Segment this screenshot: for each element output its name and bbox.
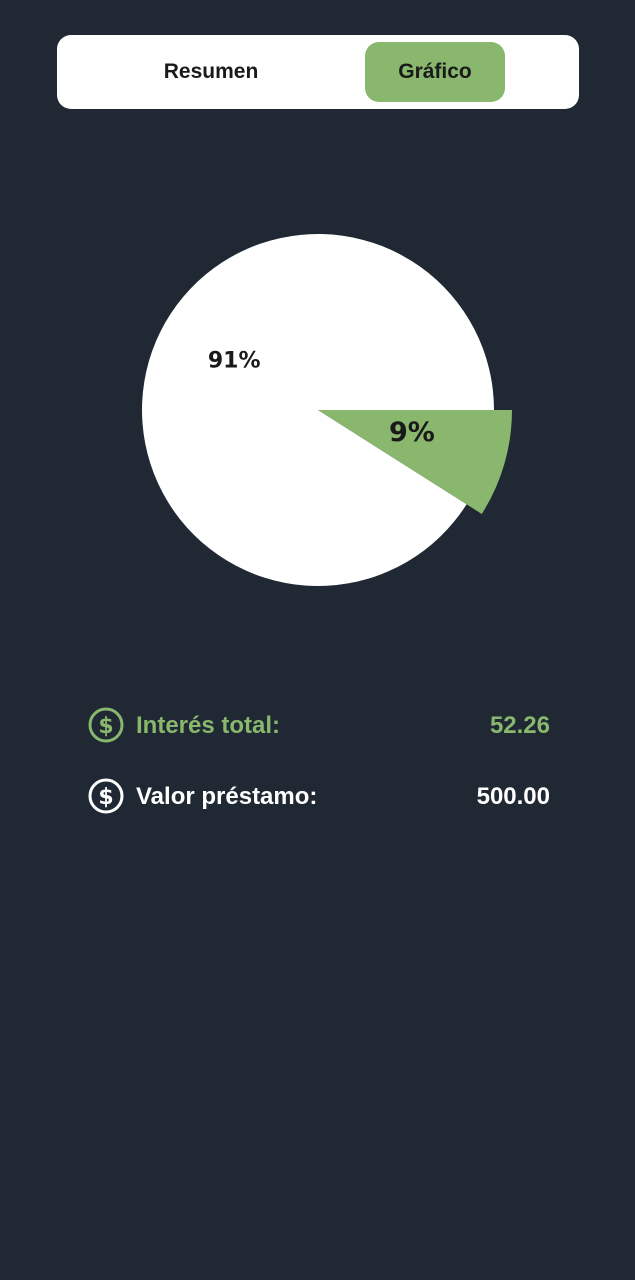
svg-text:$: $ bbox=[98, 714, 113, 739]
interes-total-label: Interés total: bbox=[136, 712, 281, 739]
dollar-coin-icon: $ bbox=[88, 707, 124, 743]
valor-prestamo-label: Valor préstamo: bbox=[136, 783, 318, 810]
pie-slice-label-1: 9% bbox=[389, 417, 435, 448]
svg-text:$: $ bbox=[98, 785, 113, 810]
valor-prestamo-value: 500.00 bbox=[476, 783, 550, 810]
interes-total-row: $ Interés total: 52.26 bbox=[88, 706, 550, 744]
interes-total-value: 52.26 bbox=[489, 712, 550, 739]
pie-chart: 91% 9% bbox=[0, 200, 635, 620]
pie-chart-svg: 91% 9% bbox=[142, 234, 512, 587]
tab-resumen[interactable]: Resumen bbox=[133, 42, 289, 102]
pie-slice-label-0: 91% bbox=[208, 349, 261, 374]
dollar-coin-icon: $ bbox=[88, 778, 124, 814]
tab-grafico[interactable]: Gráfico bbox=[365, 42, 505, 102]
tab-bar: Resumen Gráfico bbox=[57, 35, 579, 109]
valor-prestamo-row: $ Valor préstamo: 500.00 bbox=[88, 777, 550, 815]
